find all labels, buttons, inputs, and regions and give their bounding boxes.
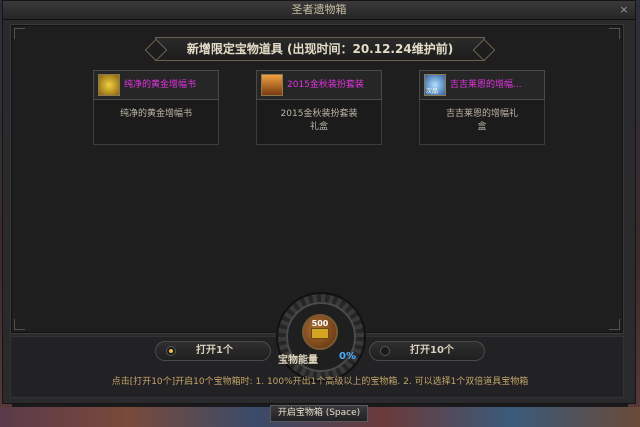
item-name: 吉吉莱恩的增幅... [450, 80, 522, 90]
gold-book-icon [98, 74, 120, 96]
item-name: 纯净的黄金增幅书 [124, 80, 197, 90]
treasure-energy-value: 0% [339, 351, 356, 362]
window-titlebar[interactable]: 圣者遗物箱 × [3, 1, 635, 20]
close-icon[interactable]: × [618, 4, 630, 16]
open-one-option[interactable]: 打开1个 [155, 341, 271, 361]
radio-selected-icon[interactable] [166, 346, 176, 356]
treasure-energy-label: 宝物能量 [278, 355, 318, 366]
corner-ornament [609, 28, 620, 39]
limited-items-banner: 新增限定宝物道具 (出现时间：20.12.24维护前) [155, 37, 485, 61]
coin-value: 500 [311, 319, 329, 328]
treasure-item-card[interactable]: 纯净的黄金增幅书 纯净的黄金增幅书 [93, 70, 219, 145]
open-one-label: 打开1个 [196, 345, 233, 356]
item-header: 纯净的黄金增幅书 [93, 70, 219, 100]
treasure-item-card[interactable]: 次品 吉吉莱恩的增幅... 吉吉莱恩的增幅礼盒 [419, 70, 545, 145]
corner-ornament [14, 28, 25, 39]
treasure-chest-icon [311, 328, 329, 339]
item-description: 吉吉莱恩的增幅礼盒 [419, 100, 545, 145]
item-description: 2015金秋装扮套装礼盒 [256, 100, 382, 145]
open-treasure-box-button[interactable]: 开启宝物箱 (Space) [270, 405, 368, 422]
item-header: 次品 吉吉莱恩的增幅... [419, 70, 545, 100]
item-grade-badge: 次品 [426, 88, 439, 95]
crystal-box-icon: 次品 [424, 74, 446, 96]
item-name: 2015金秋装扮套装 [287, 80, 364, 90]
open-ten-label: 打开10个 [410, 345, 454, 356]
corner-ornament [609, 319, 620, 330]
info-text: 点击[打开10个]开启10个宝物箱时: 1. 100%开出1个高级以上的宝物箱.… [111, 377, 529, 387]
window-title: 圣者遗物箱 [291, 3, 347, 16]
item-header: 2015金秋装扮套装 [256, 70, 382, 100]
corner-ornament [14, 319, 25, 330]
item-description: 纯净的黄金增幅书 [93, 100, 219, 145]
open-ten-option[interactable]: 打开10个 [369, 341, 485, 361]
gift-box-icon [261, 74, 283, 96]
radio-unselected-icon[interactable] [380, 346, 390, 356]
treasure-item-card[interactable]: 2015金秋装扮套装 2015金秋装扮套装礼盒 [256, 70, 382, 145]
